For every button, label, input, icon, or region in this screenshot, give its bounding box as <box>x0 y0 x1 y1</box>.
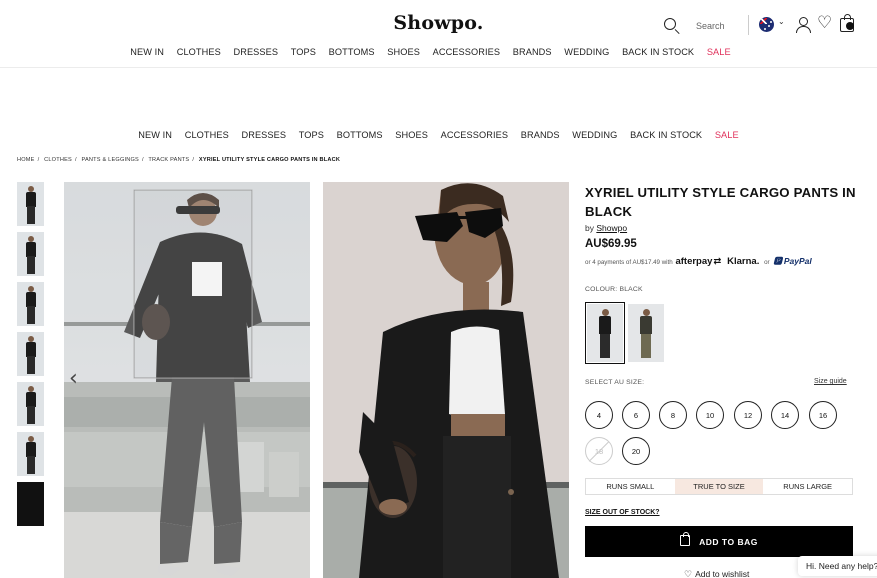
nav-wedding[interactable]: WEDDING <box>564 47 609 57</box>
gallery-prev-arrow-icon[interactable]: ‹ <box>69 366 78 391</box>
heart-icon: ♡ <box>684 569 693 578</box>
chevron-down-icon[interactable]: ⌄ <box>778 17 785 26</box>
klarna-logo[interactable]: Klarna. <box>727 256 759 267</box>
chat-widget[interactable]: Hi. Need any help? <box>798 556 877 576</box>
shopping-bag-icon[interactable] <box>840 14 854 32</box>
thumbnail-7[interactable] <box>17 482 44 526</box>
brand-logo[interactable]: Showpo. <box>0 12 877 34</box>
colour-swatch-khaki[interactable] <box>628 304 664 362</box>
size-button-8[interactable]: 8 <box>659 401 687 429</box>
thumbnail-5[interactable] <box>17 382 44 426</box>
breadcrumb-clothes[interactable]: CLOTHES <box>44 157 72 163</box>
thumbnail-4[interactable] <box>17 332 44 376</box>
nav2-bottoms[interactable]: BOTTOMS <box>337 130 383 140</box>
size-label: SELECT AU SIZE: <box>585 379 645 386</box>
fit-runs-large: RUNS LARGE <box>783 482 833 491</box>
add-to-bag-label: ADD TO BAG <box>699 536 758 547</box>
fit-runs-small: RUNS SMALL <box>606 482 655 491</box>
size-button-16[interactable]: 16 <box>809 401 837 429</box>
nav-brands[interactable]: BRANDS <box>513 47 552 57</box>
size-button-20[interactable]: 20 <box>622 437 650 465</box>
nav2-new-in[interactable]: NEW IN <box>138 130 172 140</box>
nav-accessories[interactable]: ACCESSORIES <box>433 47 500 57</box>
installments-text: or 4 payments of AU$17.49 with <box>585 259 673 266</box>
afterpay-logo[interactable]: afterpay <box>675 256 712 267</box>
size-button-10[interactable]: 10 <box>696 401 724 429</box>
nav2-wedding[interactable]: WEDDING <box>572 130 617 140</box>
colour-swatch-black[interactable] <box>585 302 625 364</box>
product-price: AU$69.95 <box>585 238 637 250</box>
size-guide-link[interactable]: Size guide <box>814 378 847 385</box>
breadcrumb-home[interactable]: HOME <box>17 157 35 163</box>
brand-link[interactable]: Showpo <box>596 223 627 233</box>
nav2-tops[interactable]: TOPS <box>299 130 324 140</box>
brand-logo-text[interactable]: Showpo. <box>393 12 483 34</box>
product-photo-full <box>64 182 310 578</box>
nav-tops[interactable]: TOPS <box>291 47 316 57</box>
breadcrumb-track-pants[interactable]: TRACK PANTS <box>148 157 189 163</box>
nav2-accessories[interactable]: ACCESSORIES <box>441 130 508 140</box>
colour-label: COLOUR: BLACK <box>585 286 643 293</box>
breadcrumb-pants-leggings[interactable]: PANTS & LEGGINGS <box>81 157 139 163</box>
thumbnail-1[interactable] <box>17 182 44 226</box>
wishlist-heart-icon[interactable]: ♡ <box>817 13 832 33</box>
search-icon[interactable] <box>664 18 676 30</box>
nav-new-in[interactable]: NEW IN <box>130 47 164 57</box>
nav2-shoes[interactable]: SHOES <box>395 130 428 140</box>
user-account-icon[interactable] <box>796 17 811 33</box>
search-label[interactable]: Search <box>696 21 725 31</box>
fit-indicator: RUNS SMALL TRUE TO SIZE RUNS LARGE <box>585 478 853 495</box>
installments-line: or 4 payments of AU$17.49 with afterpay⇄… <box>585 255 812 267</box>
bag-count-badge <box>846 22 854 30</box>
nav2-dresses[interactable]: DRESSES <box>241 130 286 140</box>
thumbnail-6[interactable] <box>17 432 44 476</box>
nav2-clothes[interactable]: CLOTHES <box>185 130 229 140</box>
thumbnail-3[interactable] <box>17 282 44 326</box>
australia-flag-icon[interactable] <box>759 17 774 32</box>
size-button-6[interactable]: 6 <box>622 401 650 429</box>
add-to-wishlist-link[interactable]: ♡ Add to wishlist <box>684 569 749 578</box>
breadcrumb-current: XYRIEL UTILITY STYLE CARGO PANTS IN BLAC… <box>198 157 341 163</box>
nav-sale[interactable]: SALE <box>707 47 731 57</box>
primary-nav: NEW IN CLOTHES DRESSES TOPS BOTTOMS SHOE… <box>0 47 869 57</box>
header-divider <box>748 15 749 35</box>
or-text: or <box>764 259 770 266</box>
fit-true-to-size: TRUE TO SIZE <box>674 479 764 494</box>
nav-clothes[interactable]: CLOTHES <box>177 47 221 57</box>
breadcrumb: HOME / CLOTHES / PANTS & LEGGINGS / TRACK P… <box>17 157 341 163</box>
thumbnail-2[interactable] <box>17 232 44 276</box>
paypal-logo[interactable]: 🅿︎ <box>773 256 782 266</box>
size-button-12[interactable]: 12 <box>734 401 762 429</box>
nav2-sale[interactable]: SALE <box>715 130 739 140</box>
nav-bottoms[interactable]: BOTTOMS <box>329 47 375 57</box>
size-button-18-out-of-stock[interactable]: 18 <box>585 437 613 465</box>
nav-back-in-stock[interactable]: BACK IN STOCK <box>622 47 694 57</box>
site-header: Showpo. Search ⌄ ♡ NEW IN CLOTHES DRESSE… <box>0 0 877 68</box>
size-button-14[interactable]: 14 <box>771 401 799 429</box>
nav-shoes[interactable]: SHOES <box>387 47 420 57</box>
add-to-bag-button[interactable]: ADD TO BAG <box>585 526 853 557</box>
size-button-4[interactable]: 4 <box>585 401 613 429</box>
product-title: XYRIEL UTILITY STYLE CARGO PANTS IN BLAC… <box>585 185 856 219</box>
by-prefix: by <box>585 223 594 233</box>
nav2-back-in-stock[interactable]: BACK IN STOCK <box>630 130 702 140</box>
nav-dresses[interactable]: DRESSES <box>233 47 278 57</box>
product-image-zoom <box>323 182 569 578</box>
product-image-main[interactable] <box>64 182 310 578</box>
add-to-wishlist-label: Add to wishlist <box>695 569 750 578</box>
paypal-text[interactable]: PayPal <box>784 256 812 266</box>
bag-icon <box>680 532 691 546</box>
size-out-of-stock-link[interactable]: SIZE OUT OF STOCK? <box>585 509 660 516</box>
afterpay-arrows-icon: ⇄ <box>713 256 722 267</box>
product-brand-line: by Showpo <box>585 223 627 233</box>
nav2-brands[interactable]: BRANDS <box>521 130 560 140</box>
secondary-nav: NEW IN CLOTHES DRESSES TOPS BOTTOMS SHOE… <box>0 130 877 140</box>
product-photo-zoom <box>323 182 569 578</box>
chat-label: Hi. Need any help? <box>806 561 877 571</box>
